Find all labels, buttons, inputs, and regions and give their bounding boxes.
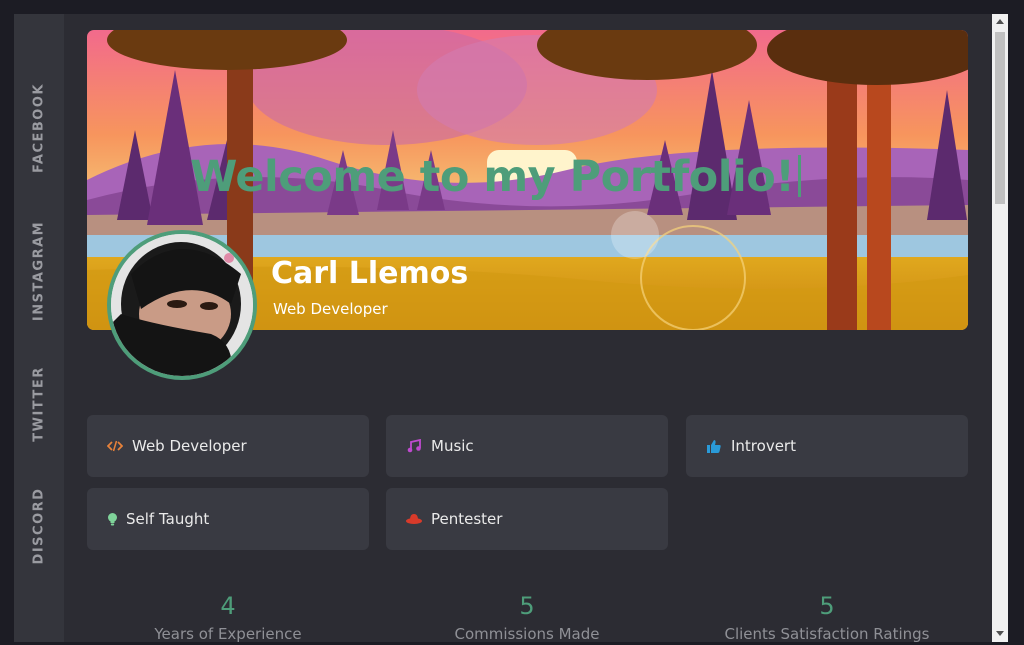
- profile-photo: [111, 234, 253, 376]
- trait-label: Music: [431, 437, 474, 455]
- scroll-up-icon[interactable]: [996, 19, 1004, 24]
- stat-label: Clients Satisfaction Ratings: [724, 625, 930, 642]
- scroll-down-icon[interactable]: [996, 631, 1004, 636]
- trait-label: Introvert: [731, 437, 796, 455]
- profile-name: Carl Llemos: [271, 256, 469, 291]
- stat-label: Years of Experience: [154, 625, 302, 642]
- stat-commissions: 5 Commissions Made: [386, 592, 668, 642]
- stat-number: 5: [819, 592, 835, 620]
- trait-card-music[interactable]: Music: [386, 415, 668, 477]
- scrollbar-thumb[interactable]: [995, 32, 1005, 204]
- trait-label: Self Taught: [126, 510, 210, 528]
- red-hat-icon: [405, 510, 423, 528]
- code-icon: [106, 437, 124, 455]
- profile-role: Web Developer: [273, 300, 388, 318]
- discord-link[interactable]: DISCORD: [32, 488, 47, 565]
- facebook-link[interactable]: FACEBOOK: [32, 83, 47, 173]
- vertical-scrollbar[interactable]: [992, 14, 1008, 642]
- twitter-link[interactable]: TWITTER: [32, 366, 47, 441]
- stat-years-experience: 4 Years of Experience: [87, 592, 369, 642]
- typing-caret: [798, 155, 802, 197]
- trait-card-web-developer[interactable]: Web Developer: [87, 415, 369, 477]
- avatar: [107, 230, 257, 380]
- stat-number: 4: [220, 592, 236, 620]
- welcome-heading: Welcome to my Portfolio!: [190, 152, 802, 202]
- trait-card-self-taught[interactable]: Self Taught: [87, 488, 369, 550]
- music-icon: [405, 437, 423, 455]
- social-sidebar: FACEBOOK INSTAGRAM TWITTER DISCORD: [14, 14, 64, 642]
- stat-number: 5: [519, 592, 535, 620]
- instagram-link[interactable]: INSTAGRAM: [32, 221, 47, 321]
- trait-label: Pentester: [431, 510, 503, 528]
- thumbs-up-icon: [705, 437, 723, 455]
- stat-label: Commissions Made: [454, 625, 600, 642]
- trait-card-introvert[interactable]: Introvert: [686, 415, 968, 477]
- trait-label: Web Developer: [132, 437, 247, 455]
- lightbulb-icon: [106, 510, 118, 528]
- portfolio-page: FACEBOOK INSTAGRAM TWITTER DISCORD Welco…: [14, 14, 992, 642]
- stat-satisfaction: 5 Clients Satisfaction Ratings: [686, 592, 968, 642]
- trait-card-pentester[interactable]: Pentester: [386, 488, 668, 550]
